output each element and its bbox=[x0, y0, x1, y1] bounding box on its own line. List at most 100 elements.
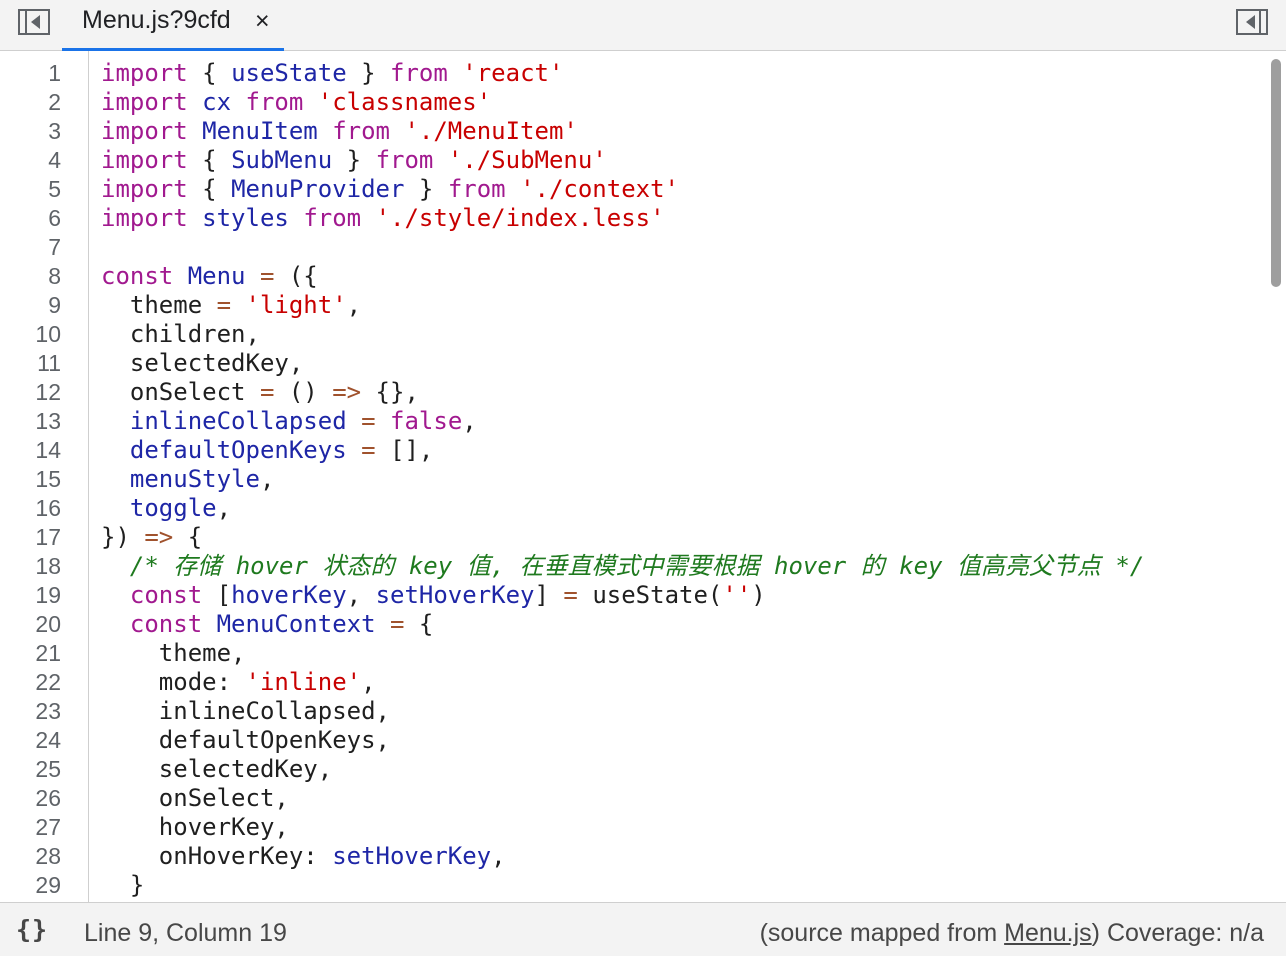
line-number[interactable]: 7 bbox=[1, 233, 61, 262]
code-line[interactable]: 3 import MenuItem from './MenuItem' bbox=[0, 117, 1266, 146]
line-number[interactable]: 27 bbox=[1, 813, 61, 842]
line-number[interactable]: 2 bbox=[1, 88, 61, 117]
line-number[interactable]: 3 bbox=[1, 117, 61, 146]
code-line[interactable]: 8 const Menu = ({ bbox=[0, 262, 1266, 291]
code-line[interactable]: 7 bbox=[0, 233, 1266, 262]
line-number[interactable]: 4 bbox=[1, 146, 61, 175]
line-code: inlineCollapsed, bbox=[101, 697, 390, 726]
line-number[interactable]: 8 bbox=[1, 262, 61, 291]
line-code: selectedKey, bbox=[101, 349, 303, 378]
code-line[interactable]: 4 import { SubMenu } from './SubMenu' bbox=[0, 146, 1266, 175]
line-number[interactable]: 20 bbox=[1, 610, 61, 639]
line-number[interactable]: 23 bbox=[1, 697, 61, 726]
code-line[interactable]: 20 const MenuContext = { bbox=[0, 610, 1266, 639]
code-line[interactable]: 2 import cx from 'classnames' bbox=[0, 88, 1266, 117]
line-number[interactable]: 28 bbox=[1, 842, 61, 871]
line-code: selectedKey, bbox=[101, 755, 332, 784]
vertical-scrollbar[interactable] bbox=[1266, 51, 1286, 902]
code-line[interactable]: 17}) => { bbox=[0, 523, 1266, 552]
code-line[interactable]: 19 const [hoverKey, setHoverKey] = useSt… bbox=[0, 581, 1266, 610]
code-token: setHoverKey bbox=[332, 842, 492, 870]
code-line[interactable]: 5 import { MenuProvider } from './context… bbox=[0, 175, 1266, 204]
code-line[interactable]: 1 import { useState } from 'react' bbox=[0, 59, 1266, 88]
code-line[interactable]: 24 defaultOpenKeys, bbox=[0, 726, 1266, 755]
line-number[interactable]: 18 bbox=[1, 552, 61, 581]
line-number[interactable]: 15 bbox=[1, 465, 61, 494]
scrollbar-thumb[interactable] bbox=[1271, 59, 1281, 287]
line-number[interactable]: 19 bbox=[1, 581, 61, 610]
code-line[interactable]: 26 onSelect, bbox=[0, 784, 1266, 813]
line-number[interactable]: 16 bbox=[1, 494, 61, 523]
source-link[interactable]: Menu.js bbox=[1004, 919, 1092, 947]
cursor-position: Line 9, Column 19 bbox=[84, 919, 287, 947]
code-line[interactable]: 15 menuStyle, bbox=[0, 465, 1266, 494]
code-line[interactable]: 12 onSelect = () => {}, bbox=[0, 378, 1266, 407]
code-line[interactable]: 14 defaultOpenKeys = [], bbox=[0, 436, 1266, 465]
line-number[interactable]: 21 bbox=[1, 639, 61, 668]
tab-menu-js[interactable]: Menu.js?9cfd × bbox=[62, 0, 284, 51]
code-token: const bbox=[129, 581, 203, 609]
code-token: './SubMenu' bbox=[447, 146, 607, 174]
line-number[interactable]: 1 bbox=[1, 59, 61, 88]
line-code: import { SubMenu } from './SubMenu' bbox=[101, 146, 607, 175]
code-token: import bbox=[101, 146, 188, 174]
line-number[interactable]: 26 bbox=[1, 784, 61, 813]
line-number[interactable]: 10 bbox=[1, 320, 61, 349]
line-number[interactable]: 22 bbox=[1, 668, 61, 697]
line-number[interactable]: 13 bbox=[1, 407, 61, 436]
code-token: [], bbox=[375, 436, 434, 464]
toggle-navigator-button[interactable] bbox=[18, 8, 50, 36]
line-code: menuStyle, bbox=[101, 465, 275, 494]
code-line[interactable]: 6 import styles from './style/index.less' bbox=[0, 204, 1266, 233]
code-line[interactable]: 23 inlineCollapsed, bbox=[0, 697, 1266, 726]
code-token: theme, bbox=[101, 639, 246, 667]
line-number[interactable]: 24 bbox=[1, 726, 61, 755]
code-line[interactable]: 13 inlineCollapsed = false, bbox=[0, 407, 1266, 436]
line-number[interactable]: 11 bbox=[1, 349, 61, 378]
code-line[interactable]: 22 mode: 'inline', bbox=[0, 668, 1266, 697]
code-line[interactable]: 25 selectedKey, bbox=[0, 755, 1266, 784]
code-line[interactable]: 27 hoverKey, bbox=[0, 813, 1266, 842]
code-token: ] bbox=[534, 581, 564, 609]
line-number[interactable]: 5 bbox=[1, 175, 61, 204]
toggle-debugger-button[interactable] bbox=[1236, 8, 1268, 36]
code-token: from bbox=[375, 146, 434, 174]
code-editor[interactable]: 1 import { useState } from 'react' 2 import… bbox=[0, 51, 1286, 902]
line-number[interactable]: 25 bbox=[1, 755, 61, 784]
line-number[interactable]: 9 bbox=[1, 291, 61, 320]
code-line[interactable]: 28 onHoverKey: setHoverKey, bbox=[0, 842, 1266, 871]
code-line[interactable]: 18 /* 存储 hover 状态的 key 值, 在垂直模式中需要根据 hov… bbox=[0, 552, 1266, 581]
line-number[interactable]: 17 bbox=[1, 523, 61, 552]
line-number[interactable]: 6 bbox=[1, 204, 61, 233]
pretty-print-button[interactable]: {} bbox=[16, 915, 48, 944]
code-token: onSelect, bbox=[101, 784, 289, 812]
code-token: selectedKey, bbox=[101, 349, 304, 377]
code-token: = bbox=[361, 407, 376, 435]
code-token: onSelect bbox=[101, 378, 260, 406]
line-number[interactable]: 29 bbox=[1, 871, 61, 900]
code-line[interactable]: 16 toggle, bbox=[0, 494, 1266, 523]
line-code: import styles from './style/index.less' bbox=[101, 204, 665, 233]
line-number[interactable]: 12 bbox=[1, 378, 61, 407]
code-line[interactable]: 11 selectedKey, bbox=[0, 349, 1266, 378]
code-token: styles bbox=[202, 204, 289, 232]
editor-tab-bar: Menu.js?9cfd × bbox=[0, 0, 1286, 51]
code-line[interactable]: 29 } bbox=[0, 871, 1266, 900]
line-number[interactable]: 14 bbox=[1, 436, 61, 465]
close-icon[interactable]: × bbox=[255, 6, 270, 36]
code-line[interactable]: 9 theme = 'light', bbox=[0, 291, 1266, 320]
code-token: , bbox=[462, 407, 477, 435]
code-line[interactable]: 21 theme, bbox=[0, 639, 1266, 668]
code-token: false bbox=[390, 407, 463, 435]
line-code: const [hoverKey, setHoverKey] = useState… bbox=[101, 581, 766, 610]
code-token: setHoverKey bbox=[375, 581, 535, 609]
code-line[interactable]: 10 children, bbox=[0, 320, 1266, 349]
code-token: import bbox=[101, 175, 188, 203]
